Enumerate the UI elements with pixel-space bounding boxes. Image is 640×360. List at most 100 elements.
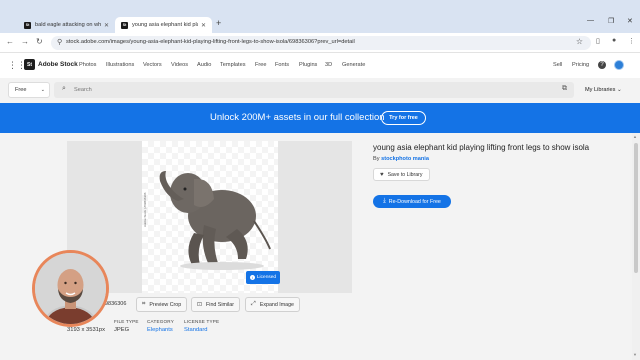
try-for-free-button[interactable]: Try for free [381, 111, 426, 125]
stock-navbar: ⋮⋮ St Adobe Stock Photos Illustrations V… [0, 53, 640, 78]
expand-image-button[interactable]: ⤢ Expand Image [245, 297, 300, 312]
nav-free[interactable]: Free [255, 62, 267, 68]
save-to-library-label: Save to Library [387, 171, 423, 178]
presenter-photo [35, 253, 106, 324]
side-panel-icon[interactable]: ▯ [596, 37, 600, 45]
avatar[interactable] [614, 60, 624, 70]
minimize-icon[interactable]: — [587, 17, 594, 24]
nav-vectors[interactable]: Vectors [143, 62, 162, 68]
find-similar-label: Find Similar [206, 301, 234, 308]
redownload-button[interactable]: ⤓ Re-Download for Free [373, 195, 451, 208]
expand-image-label: Expand Image [259, 301, 294, 308]
find-similar-icon: ⊡ [197, 302, 203, 308]
category-block: CATEGORY Elephants [147, 319, 174, 333]
nav-illustrations[interactable]: Illustrations [106, 62, 134, 68]
nav-photos[interactable]: Photos [79, 62, 96, 68]
banner-text: Unlock 200M+ assets in our full collecti… [210, 112, 385, 123]
site-info-icon[interactable]: ⚲ [57, 38, 62, 46]
close-tab-icon[interactable]: ✕ [201, 22, 206, 29]
heart-icon: ♥ [380, 171, 384, 178]
file-type-block: FILE TYPE JPEG [114, 319, 139, 333]
license-type-key: LICENSE TYPE [184, 319, 220, 324]
visual-search-icon[interactable]: ⧉ [562, 85, 567, 93]
scroll-up-icon[interactable]: ▲ [633, 134, 637, 139]
nav-templates[interactable]: Templates [220, 62, 246, 68]
save-to-library-button[interactable]: ♥ Save to Library [373, 168, 430, 181]
tab-title: bald eagle attacking on white [35, 22, 101, 28]
asset-id: 9836306 [105, 301, 127, 307]
maximize-icon[interactable]: ❐ [608, 17, 614, 25]
profile-icon[interactable]: ● [612, 37, 616, 44]
redownload-label: Re-Download for Free [388, 198, 441, 205]
chevron-down-icon: ⌄ [40, 87, 45, 93]
license-type-link[interactable]: Standard [184, 327, 219, 333]
browser-tab-elephant[interactable]: St young asia elephant kid playin ✕ [115, 17, 212, 33]
scrollbar-thumb[interactable] [634, 143, 638, 273]
asset-info-panel: young asia elephant kid playing lifting … [373, 142, 593, 208]
preview-actions: 9836306 ⌗ Preview Crop ⊡ Find Similar ⤢ … [67, 296, 352, 312]
image-preview-area: Adobe Stock | #69836306 i Licensed [67, 141, 352, 293]
page-scrollbar[interactable]: ▲ ▼ [632, 133, 640, 360]
asset-title: young asia elephant kid playing lifting … [373, 143, 590, 152]
tab-title: young asia elephant kid playin [132, 22, 198, 28]
asset-type-filter[interactable]: Free ⌄ [8, 82, 50, 98]
my-libraries-menu[interactable]: My Libraries ⌄ [585, 87, 622, 93]
info-icon: i [249, 275, 255, 280]
licensed-label: Licensed [256, 275, 277, 280]
file-type-key: FILE TYPE [114, 319, 139, 324]
license-type-block: LICENSE TYPE Standard [184, 319, 219, 333]
address-bar-row: ← → ↻ ⚲ stock.adobe.com/images/young-asi… [0, 33, 640, 53]
nav-plugins[interactable]: Plugins [299, 62, 317, 68]
search-icon: ⌕ [62, 85, 66, 92]
find-similar-button[interactable]: ⊡ Find Similar [191, 297, 240, 312]
reload-icon[interactable]: ↻ [36, 37, 43, 46]
close-tab-icon[interactable]: ✕ [104, 22, 109, 29]
chevron-down-icon: ⌄ [617, 87, 622, 93]
search-box: ⌕ ⧉ [54, 82, 574, 98]
category-link[interactable]: Elephants [147, 327, 174, 333]
browser-tab-eagle[interactable]: St bald eagle attacking on white ✕ [18, 17, 115, 33]
promo-banner: Unlock 200M+ assets in our full collecti… [0, 103, 640, 133]
presenter-webcam-overlay [32, 250, 109, 327]
nav-generate[interactable]: Generate [342, 62, 365, 68]
pricing-link[interactable]: Pricing [572, 62, 589, 68]
preview-crop-button[interactable]: ⌗ Preview Crop [136, 297, 188, 312]
browser-menu-icon[interactable]: ⋮ [628, 37, 635, 45]
nav-audio[interactable]: Audio [197, 62, 211, 68]
file-type-value: JPEG [114, 327, 130, 333]
author-link[interactable]: stockphoto mania [381, 156, 429, 162]
back-arrow-icon[interactable]: ← [6, 37, 14, 46]
preview-crop-label: Preview Crop [149, 301, 182, 308]
bookmark-star-icon[interactable]: ☆ [576, 37, 583, 46]
expand-icon: ⤢ [251, 301, 256, 307]
scroll-down-icon[interactable]: ▼ [633, 352, 637, 357]
help-icon[interactable]: ? [598, 61, 606, 69]
filter-value: Free [15, 87, 27, 93]
dimensions-value: 3193 x 3531px [67, 327, 106, 333]
nav-3d[interactable]: 3D [325, 62, 332, 68]
adobe-stock-favicon-icon: St [24, 21, 31, 29]
stock-watermark: Adobe Stock | #69836306 [143, 192, 147, 227]
byline: By stockphoto mania [373, 156, 593, 162]
url-field[interactable]: ⚲ stock.adobe.com/images/young-asia-elep… [51, 36, 591, 50]
by-prefix: By [373, 156, 380, 162]
image-preview[interactable]: Adobe Stock | #69836306 i Licensed [142, 141, 280, 293]
sell-link[interactable]: Sell [553, 62, 562, 68]
new-tab-icon[interactable]: + [216, 18, 221, 28]
crop-icon: ⌗ [142, 301, 146, 307]
search-input[interactable] [74, 85, 534, 95]
nav-videos[interactable]: Videos [171, 62, 188, 68]
close-window-icon[interactable]: ✕ [627, 17, 633, 25]
forward-arrow-icon[interactable]: → [21, 37, 29, 46]
stock-logo-mark: St [24, 59, 35, 70]
adobe-stock-favicon-icon: St [121, 21, 128, 29]
licensed-badge: i Licensed [246, 271, 280, 284]
download-icon: ⤓ [383, 198, 386, 204]
url-text: stock.adobe.com/images/young-asia-elepha… [66, 39, 355, 45]
asset-detail: Adobe Stock | #69836306 i Licensed 98363… [0, 133, 632, 360]
browser-tab-bar: St bald eagle attacking on white ✕ St yo… [0, 0, 640, 33]
my-libraries-label: My Libraries [585, 87, 616, 93]
adobe-stock-logo[interactable]: St Adobe Stock [24, 59, 78, 70]
nav-fonts[interactable]: Fonts [275, 62, 289, 68]
search-row: Free ⌄ ⌕ ⧉ My Libraries ⌄ [0, 78, 640, 103]
